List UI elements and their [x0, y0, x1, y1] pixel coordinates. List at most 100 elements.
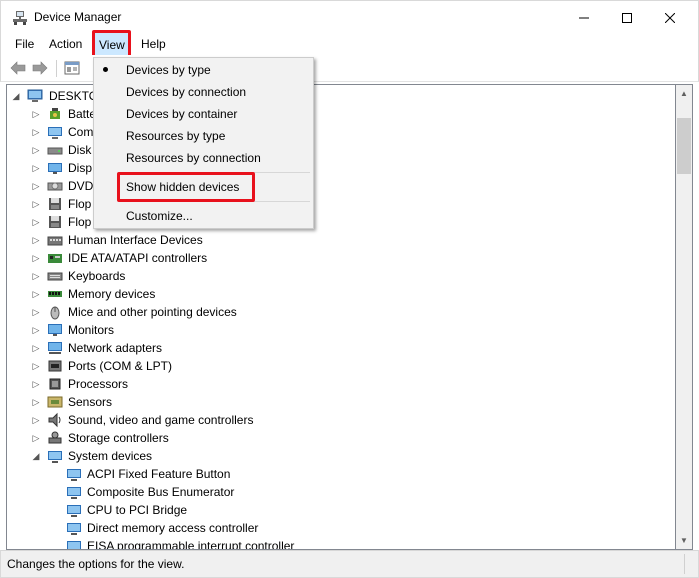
expand-arrow-icon[interactable]: ▷ [31, 288, 41, 300]
hid-icon [47, 236, 63, 246]
tree-category-row[interactable]: ▷ Processors [7, 375, 675, 393]
tree-category-row[interactable]: ▷ Sound, video and game controllers [7, 411, 675, 429]
scrollbar-thumb[interactable] [677, 118, 691, 174]
toolbar-separator [56, 60, 57, 77]
tree-category-row[interactable]: ▷ Ports (COM & LPT) [7, 357, 675, 375]
tree-category-label: Human Interface Devices [68, 233, 203, 247]
tree-category-label: Processors [68, 377, 129, 391]
tree-category-label: Disp [68, 161, 93, 175]
tree-category-row[interactable]: ▷ IDE ATA/ATAPI controllers [7, 249, 675, 267]
minimize-button[interactable] [561, 1, 607, 34]
status-text: Changes the options for the view. [7, 557, 185, 571]
system-device-icon [67, 469, 81, 481]
scroll-up-arrow-icon[interactable]: ▲ [676, 85, 692, 102]
device-manager-icon [13, 11, 27, 25]
tree-device-row[interactable]: ACPI Fixed Feature Button [7, 465, 675, 483]
keyboard-icon [47, 272, 63, 281]
maximize-button[interactable] [604, 1, 650, 34]
tree-device-row[interactable]: Composite Bus Enumerator [7, 483, 675, 501]
system-device-icon [67, 487, 81, 499]
menu-item-customize[interactable]: Customize... [94, 205, 313, 227]
menu-item-label: Devices by connection [126, 85, 247, 99]
tree-category-label: System devices [68, 449, 153, 463]
expand-arrow-icon[interactable]: ▷ [31, 342, 41, 354]
expand-arrow-icon[interactable]: ▷ [31, 108, 41, 120]
network-adapter-icon [48, 342, 62, 354]
expand-arrow-icon[interactable]: ▷ [31, 306, 41, 318]
properties-button[interactable] [63, 60, 81, 76]
expand-arrow-icon[interactable]: ▷ [31, 216, 41, 228]
system-devices-icon [48, 451, 62, 463]
collapse-arrow-icon[interactable]: ◢ [11, 90, 21, 102]
view-menu-dropdown: Devices by type Devices by connection De… [93, 57, 314, 229]
tree-device-label: Composite Bus Enumerator [87, 485, 235, 499]
forward-button[interactable] [31, 60, 49, 76]
scroll-down-arrow-icon[interactable]: ▼ [676, 532, 692, 549]
menu-item-devices-by-container[interactable]: Devices by container [94, 103, 313, 125]
expand-arrow-icon[interactable]: ▷ [31, 144, 41, 156]
menu-item-resources-by-connection[interactable]: Resources by connection [94, 147, 313, 169]
minimize-icon [579, 17, 589, 18]
expand-arrow-icon[interactable]: ▷ [31, 378, 41, 390]
expand-arrow-icon[interactable]: ▷ [31, 126, 41, 138]
tree-device-row[interactable]: EISA programmable interrupt controller [7, 537, 675, 550]
tree-category-row[interactable]: ▷ Memory devices [7, 285, 675, 303]
menu-item-devices-by-type[interactable]: Devices by type [94, 59, 313, 81]
menu-item-label: Resources by connection [126, 151, 261, 165]
expand-arrow-icon[interactable]: ▷ [31, 252, 41, 264]
system-device-icon [67, 505, 81, 517]
back-button[interactable] [9, 60, 27, 76]
expand-arrow-icon[interactable]: ▷ [31, 180, 41, 192]
close-icon [665, 12, 675, 23]
tree-category-row[interactable]: ▷ Storage controllers [7, 429, 675, 447]
tree-category-row-expanded[interactable]: ◢ System devices [7, 447, 675, 465]
vertical-scrollbar[interactable]: ▲ ▼ [676, 84, 693, 550]
tree-category-label: Memory devices [68, 287, 156, 301]
expand-arrow-icon[interactable]: ▷ [31, 396, 41, 408]
menu-item-resources-by-type[interactable]: Resources by type [94, 125, 313, 147]
tree-category-label: Flop [68, 197, 92, 211]
expand-arrow-icon[interactable]: ▷ [31, 432, 41, 444]
tree-category-row[interactable]: ▷ Human Interface Devices [7, 231, 675, 249]
tree-category-row[interactable]: ▷ Mice and other pointing devices [7, 303, 675, 321]
expand-arrow-icon[interactable]: ▷ [31, 324, 41, 336]
menu-item-label: Resources by type [126, 129, 226, 143]
computer-icon [48, 127, 62, 139]
menu-action[interactable]: Action [49, 37, 82, 51]
tree-device-label: EISA programmable interrupt controller [87, 539, 295, 550]
close-button[interactable] [647, 1, 693, 34]
tree-category-row[interactable]: ▷ Monitors [7, 321, 675, 339]
tree-category-row[interactable]: ▷ Sensors [7, 393, 675, 411]
floppy-controller-icon [49, 198, 61, 210]
expand-arrow-icon[interactable]: ▷ [31, 270, 41, 282]
menu-view[interactable]: View [99, 38, 125, 52]
monitor-icon [48, 324, 62, 336]
tree-category-label: Mice and other pointing devices [68, 305, 237, 319]
tree-category-row[interactable]: ▷ Network adapters [7, 339, 675, 357]
tree-device-label: ACPI Fixed Feature Button [87, 467, 231, 481]
system-device-icon [67, 523, 81, 535]
expand-arrow-icon[interactable]: ▷ [31, 162, 41, 174]
tree-category-label: DVD [68, 179, 94, 193]
tree-device-label: CPU to PCI Bridge [87, 503, 188, 517]
tree-category-label: Monitors [68, 323, 115, 337]
tree-category-label: IDE ATA/ATAPI controllers [68, 251, 208, 265]
tree-category-label: Keyboards [68, 269, 126, 283]
expand-arrow-icon[interactable]: ▷ [31, 198, 41, 210]
computer-root-icon [27, 89, 43, 102]
menu-help[interactable]: Help [141, 37, 166, 51]
tree-category-row[interactable]: ▷ Keyboards [7, 267, 675, 285]
tree-device-row[interactable]: CPU to PCI Bridge [7, 501, 675, 519]
expand-arrow-icon[interactable]: ▷ [31, 234, 41, 246]
processor-icon [49, 378, 61, 390]
expand-arrow-icon[interactable]: ▷ [31, 414, 41, 426]
collapse-arrow-icon[interactable]: ◢ [31, 450, 41, 462]
tree-category-label: Storage controllers [68, 431, 169, 445]
tree-device-row[interactable]: Direct memory access controller [7, 519, 675, 537]
menu-item-devices-by-connection[interactable]: Devices by connection [94, 81, 313, 103]
expand-arrow-icon[interactable]: ▷ [31, 360, 41, 372]
properties-icon [64, 61, 80, 75]
tree-category-label: Ports (COM & LPT) [68, 359, 173, 373]
disk-drive-icon [47, 147, 63, 155]
menu-file[interactable]: File [15, 37, 34, 51]
